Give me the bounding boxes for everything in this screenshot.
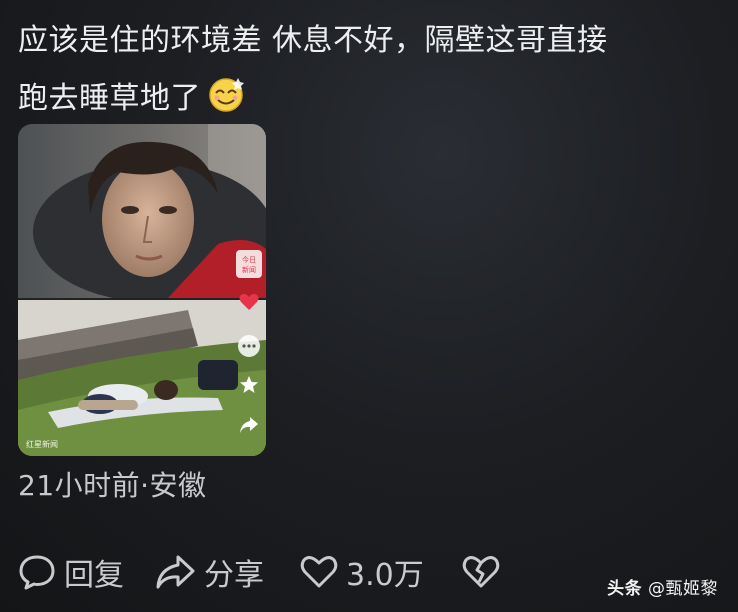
like-count: 3.0万 [346,558,424,593]
watermark-author: @甄姬黎 [648,579,718,599]
more-icon[interactable] [237,334,261,358]
share-label: 分享 [204,558,264,593]
share-button[interactable]: 分享 [154,550,264,594]
dislike-button[interactable] [462,554,500,590]
comment-line-1: 应该是住的环境差 休息不好，隔壁这哥直接 [18,23,608,58]
svg-text:今日: 今日 [242,255,256,264]
broken-heart-icon [462,554,500,590]
share-arrow-icon [154,553,196,591]
portrait-photo: 今日 新闻 [18,124,266,298]
watermark-app-name: 头条 [607,579,643,599]
media-card[interactable]: 今日 新闻 红星新闻 [18,124,266,456]
reply-button[interactable]: 回复 [18,550,124,594]
svg-text:新闻: 新闻 [242,265,256,274]
star-icon[interactable] [238,374,260,396]
action-bar: 回复 分享 3.0万 [18,548,500,596]
toutiao-watermark: 头条 @甄姬黎 [607,574,718,599]
sleeping-on-grass-photo [18,300,266,456]
heart-outline-icon [300,554,338,590]
news-source-caption: 红星新闻 [26,440,58,449]
comment-bubble-icon [18,553,56,591]
like-button[interactable]: 3.0万 [300,550,424,594]
comment-text: 应该是住的环境差 休息不好，隔壁这哥直接 跑去睡草地了 [18,12,718,134]
reply-label: 回复 [64,558,124,593]
share-icon[interactable] [238,414,260,436]
heart-icon[interactable] [238,292,260,312]
comment-line-2-text: 跑去睡草地了 [18,81,201,116]
time-location: 21小时前·安徽 [18,469,207,502]
